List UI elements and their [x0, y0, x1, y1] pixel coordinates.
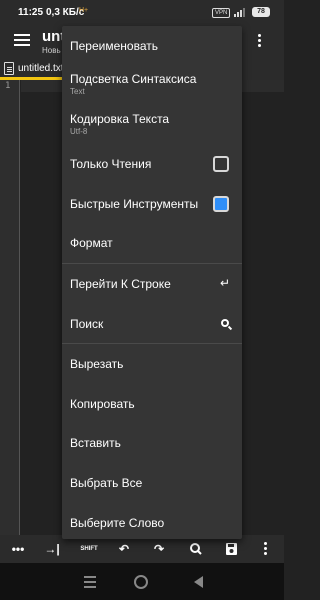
save-icon[interactable]	[221, 541, 241, 557]
menu-icon[interactable]	[14, 34, 30, 46]
home-icon[interactable]	[134, 575, 148, 589]
menu-item-search[interactable]: Поиск	[62, 304, 242, 342]
overflow-tools-icon[interactable]	[264, 542, 268, 557]
menu-item-select-word[interactable]: Выберите Слово	[62, 503, 242, 539]
menu-item-label: Вырезать	[70, 357, 124, 371]
menu-item-read-only[interactable]: Только Чтения	[62, 144, 242, 184]
tab-file-name[interactable]: untitled.txt	[18, 63, 64, 74]
menu-item-syntax-highlight[interactable]: Подсветка Синтаксиса Text	[62, 64, 242, 104]
recents-icon[interactable]	[84, 576, 96, 591]
network-type: H+	[79, 7, 89, 14]
shift-key-button[interactable]: SHIFT	[79, 541, 99, 557]
vpn-icon: VPN	[212, 8, 231, 18]
menu-item-label: Поиск	[70, 317, 104, 331]
back-icon[interactable]	[194, 576, 203, 588]
menu-item-label: Переименовать	[70, 39, 158, 53]
menu-item-quick-tools[interactable]: Быстрые Инструменты	[62, 184, 242, 224]
menu-item-encoding[interactable]: Кодировка Текста Utf-8	[62, 104, 242, 144]
status-bar: 11:25 0,3 КБ/с H+ VPN 78	[0, 0, 284, 26]
menu-item-format[interactable]: Формат	[62, 224, 242, 261]
menu-item-paste[interactable]: Вставить	[62, 424, 242, 463]
tab-key-button[interactable]: →|	[42, 541, 62, 557]
menu-item-go-to-line[interactable]: Перейти К Строке ↵	[62, 264, 242, 304]
menu-item-select-all[interactable]: Выбрать Все	[62, 463, 242, 503]
menu-item-rename[interactable]: Переименовать	[62, 26, 242, 64]
file-icon	[4, 62, 14, 75]
menu-item-label: Только Чтения	[70, 157, 152, 171]
menu-item-cut[interactable]: Вырезать	[62, 344, 242, 384]
more-tools-button[interactable]: •••	[8, 541, 28, 557]
line-number: 1	[5, 81, 11, 91]
menu-item-label: Выбрать Все	[70, 476, 143, 490]
redo-button[interactable]: ↷	[149, 541, 169, 557]
battery-icon: 78	[252, 7, 270, 17]
menu-item-subtext: Utf-8	[70, 127, 88, 136]
undo-button[interactable]: ↶	[114, 541, 134, 557]
app-subtitle: Новь	[42, 46, 61, 55]
menu-item-label: Вставить	[70, 436, 121, 450]
line-gutter: 1	[0, 80, 20, 535]
read-only-checkbox[interactable]	[213, 156, 229, 172]
menu-item-copy[interactable]: Копировать	[62, 384, 242, 424]
search-icon[interactable]	[186, 541, 206, 557]
quick-tools-checkbox[interactable]	[213, 196, 229, 212]
menu-item-label: Подсветка Синтаксиса	[70, 72, 197, 86]
menu-item-label: Выберите Слово	[70, 516, 165, 530]
search-icon	[221, 319, 229, 327]
return-icon: ↵	[220, 276, 231, 290]
menu-item-label: Быстрые Инструменты	[70, 197, 199, 211]
quick-tools-bar: ••• →| SHIFT ↶ ↷	[0, 535, 284, 563]
menu-item-label: Копировать	[70, 397, 135, 411]
system-nav-bar	[0, 563, 284, 600]
menu-item-label: Перейти К Строке	[70, 277, 171, 291]
overflow-menu: Переименовать Подсветка Синтаксиса Text …	[62, 26, 242, 539]
menu-item-subtext: Text	[70, 87, 85, 96]
overflow-menu-icon[interactable]	[258, 34, 262, 49]
status-time: 11:25	[18, 7, 44, 18]
menu-item-label: Кодировка Текста	[70, 112, 170, 126]
signal-icon	[234, 8, 245, 17]
menu-item-label: Формат	[70, 236, 113, 250]
